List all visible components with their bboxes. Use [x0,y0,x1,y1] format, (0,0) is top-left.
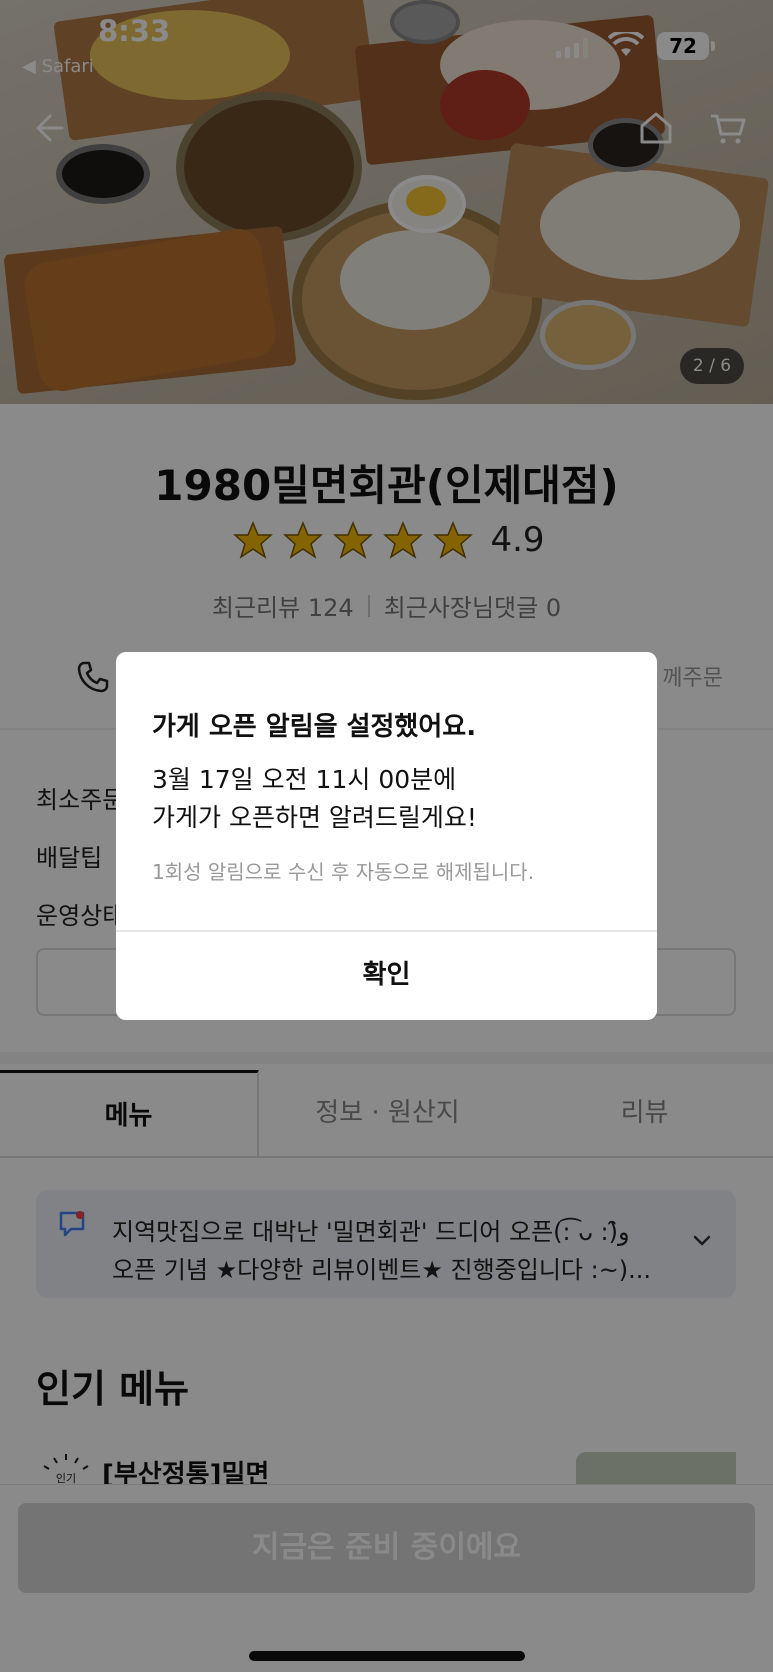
open-alert-dialog: 가게 오픈 알림을 설정했어요. 3월 17일 오전 11시 00분에 가게가 … [116,652,657,1020]
confirm-button[interactable]: 확인 [116,932,657,1020]
dialog-message-line-1: 3월 17일 오전 11시 00분에 [152,765,457,794]
dialog-title: 가게 오픈 알림을 설정했어요. [152,712,477,742]
dialog-message-line-2: 가게가 오픈하면 알려드릴게요! [152,803,477,832]
dialog-note: 1회성 알림으로 수신 후 자동으로 해제됩니다. [152,860,535,884]
